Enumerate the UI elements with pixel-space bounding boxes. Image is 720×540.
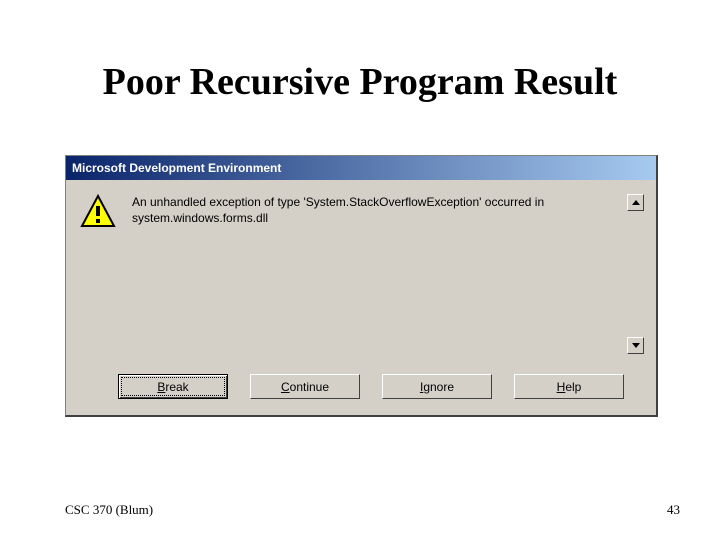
button-label-rest: elp — [565, 380, 581, 394]
dialog-content-row: An unhandled exception of type 'System.S… — [80, 194, 644, 362]
scroll-down-button[interactable] — [627, 337, 644, 354]
continue-button[interactable]: Continue — [250, 374, 360, 399]
scrollbar — [627, 194, 644, 354]
footer-left: CSC 370 (Blum) — [65, 502, 153, 518]
break-button[interactable]: Break — [118, 374, 228, 399]
dialog-message: An unhandled exception of type 'System.S… — [132, 194, 644, 226]
button-row: Break Continue Ignore Help — [80, 374, 644, 399]
slide-title: Poor Recursive Program Result — [0, 0, 720, 104]
help-button[interactable]: Help — [514, 374, 624, 399]
slide-footer: CSC 370 (Blum) 43 — [65, 502, 680, 518]
warning-icon — [80, 194, 116, 230]
dialog-titlebar: Microsoft Development Environment — [66, 156, 656, 180]
mnemonic: C — [281, 380, 290, 394]
button-label-rest: reak — [165, 380, 188, 394]
error-dialog: Microsoft Development Environment An unh… — [65, 155, 658, 417]
button-label-rest: gnore — [423, 380, 454, 394]
dialog-title-text: Microsoft Development Environment — [72, 161, 281, 175]
chevron-down-icon — [632, 343, 640, 348]
button-label-rest: ontinue — [290, 380, 329, 394]
dialog-body: An unhandled exception of type 'System.S… — [66, 180, 656, 415]
chevron-up-icon — [632, 200, 640, 205]
ignore-button[interactable]: Ignore — [382, 374, 492, 399]
scroll-up-button[interactable] — [627, 194, 644, 211]
footer-right: 43 — [667, 502, 680, 518]
